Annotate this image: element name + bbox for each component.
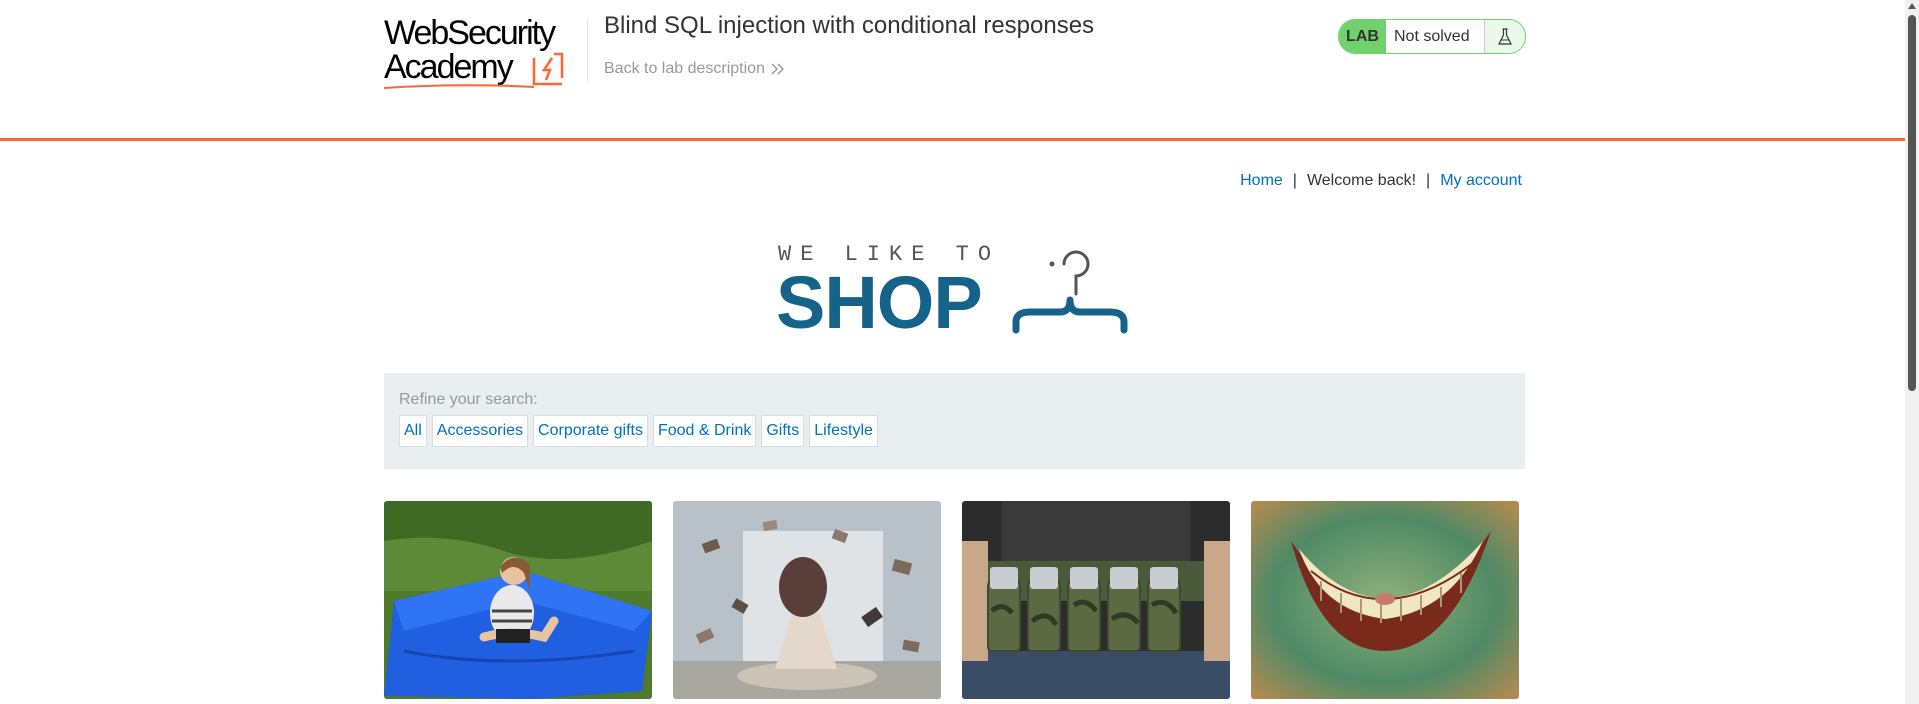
- top-nav: Home | Welcome back! | My account: [1240, 172, 1522, 190]
- back-link-label: Back to lab description: [604, 60, 765, 77]
- filter-label: Refine your search:: [399, 391, 538, 408]
- scroll-up-arrow-icon[interactable]: [1908, 3, 1916, 9]
- double-chevron-right-icon: [771, 63, 784, 75]
- logo-text-line1: WebSecurity: [384, 14, 556, 52]
- scrollbar-thumb[interactable]: [1908, 15, 1916, 391]
- vertical-scrollbar[interactable]: [1905, 0, 1919, 704]
- welcome-text: Welcome back!: [1306, 172, 1417, 189]
- flask-icon: [1484, 20, 1525, 53]
- nav-separator: |: [1292, 172, 1297, 189]
- logo-text-line2: Academy: [384, 48, 514, 86]
- shop-word: SHOP: [776, 261, 983, 344]
- lab-status-widget: LAB Not solved: [1338, 19, 1526, 54]
- academy-header: WebSecurity Academy Blind SQL injection …: [0, 0, 1905, 140]
- filter-food-and-drink[interactable]: Food & Drink: [652, 415, 757, 447]
- header-accent-rule: [0, 138, 1905, 141]
- filter-list: All Accessories Corporate gifts Food & D…: [399, 415, 1510, 447]
- lab-status-text: Not solved: [1386, 20, 1484, 53]
- product-image-beer-can-belt[interactable]: [962, 501, 1230, 699]
- web-security-academy-logo[interactable]: WebSecurity Academy: [384, 16, 584, 92]
- nav-separator: |: [1426, 172, 1431, 189]
- filter-corporate-gifts[interactable]: Corporate gifts: [533, 415, 648, 447]
- product-grid: [384, 501, 1525, 704]
- my-account-link[interactable]: My account: [1440, 172, 1522, 189]
- header-divider: [587, 18, 588, 82]
- product-image-floating-books[interactable]: [673, 501, 941, 699]
- lab-title: Blind SQL injection with conditional res…: [604, 12, 1095, 39]
- home-link[interactable]: Home: [1240, 172, 1283, 189]
- product-image-cheshire-grin[interactable]: [1251, 501, 1519, 699]
- back-to-lab-description-link[interactable]: Back to lab description: [604, 60, 785, 78]
- filter-accessories[interactable]: Accessories: [431, 415, 529, 447]
- filter-panel: Refine your search: All Accessories Corp…: [384, 373, 1525, 469]
- logo-underline: [384, 84, 534, 89]
- lightning-bolt-icon: [532, 52, 564, 86]
- filter-gifts[interactable]: Gifts: [761, 415, 805, 447]
- product-image-blue-bean-bag[interactable]: [384, 501, 652, 699]
- lab-badge: LAB: [1339, 20, 1386, 53]
- hanger-icon: [1012, 250, 1128, 334]
- shop-logo: WE LIKE TO SHOP: [776, 242, 1132, 341]
- filter-lifestyle[interactable]: Lifestyle: [809, 415, 878, 447]
- filter-all[interactable]: All: [399, 415, 427, 447]
